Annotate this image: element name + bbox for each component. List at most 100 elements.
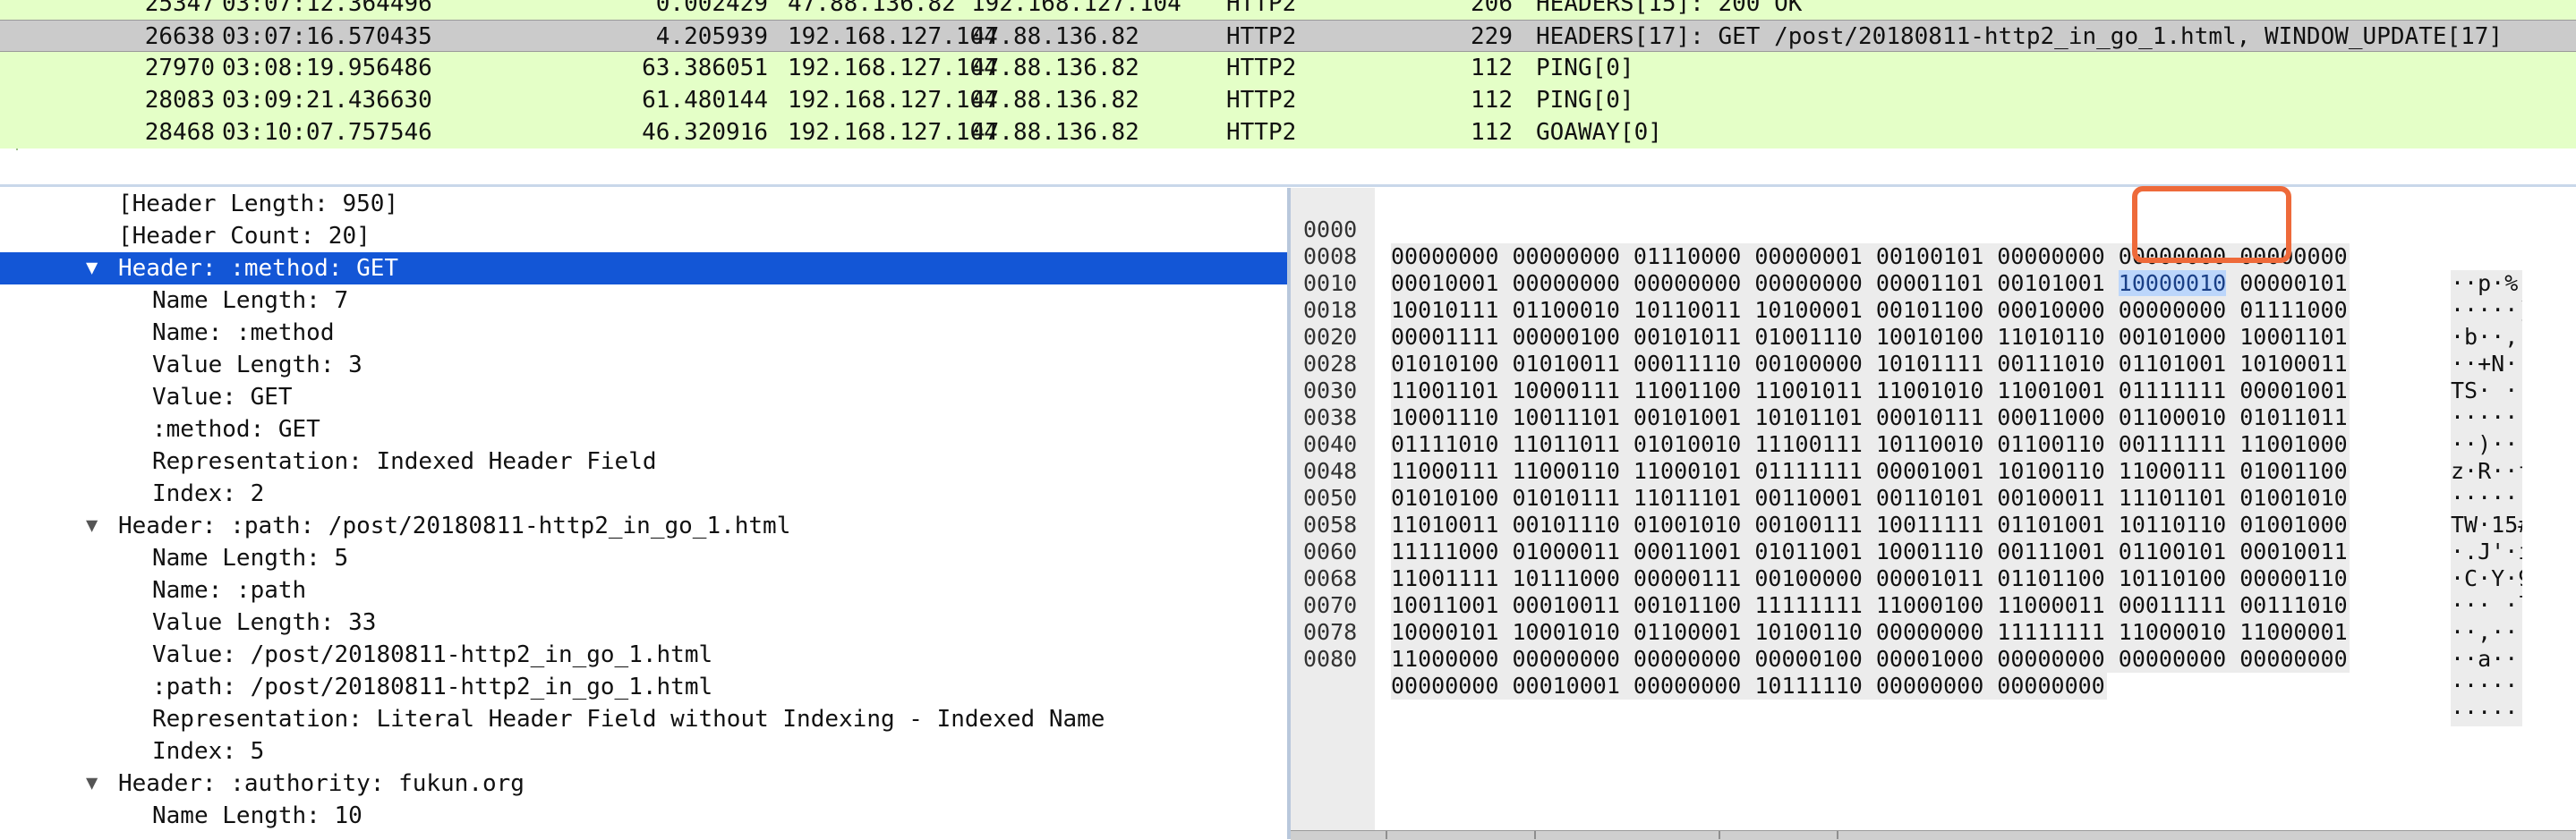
packet-time: 03:07:12.364496 — [222, 0, 432, 17]
packet-destination: 47.88.136.82 — [971, 119, 1139, 146]
tree-item-label: Header: :method: GET — [118, 255, 399, 282]
tree-item[interactable]: Name: :path — [0, 574, 1287, 607]
tree-item-label: Value Length: 33 — [152, 609, 377, 636]
tree-item-label: Value: GET — [152, 384, 293, 411]
packet-info: HEADERS[15]: 200 OK — [1536, 0, 1803, 17]
tab-separator — [1837, 831, 1838, 839]
packet-source: 47.88.136.82 — [788, 0, 956, 17]
packet-info: GOAWAY[0] — [1536, 119, 1662, 146]
tree-item-label: Name: :path — [152, 577, 307, 604]
bytes-row[interactable]: 0058 11111000 01000011 00011001 01011001… — [1291, 485, 2576, 592]
packet-info: PING[0] — [1536, 87, 1634, 114]
bytes-row[interactable]: 0070 10000101 10001010 01100001 10100110… — [1291, 565, 2576, 673]
bytes-row[interactable]: 0040 11000111 11000110 11000101 01111111… — [1291, 404, 2576, 512]
bytes-row[interactable]: 0030 10001110 10011101 00101001 10101101… — [1291, 351, 2576, 458]
bytes-tab-strip[interactable] — [1291, 830, 2576, 840]
bytes-row[interactable]: 0000 00000000 00000000 01110000 00000001… — [1291, 190, 2576, 297]
packet-delta: 0.002429 — [655, 0, 768, 17]
byte-ascii[interactable]: ··a····· — [2451, 646, 2522, 673]
expand-arrow-icon[interactable]: ▼ — [86, 768, 98, 800]
packet-source: 192.168.127.104 — [788, 23, 998, 50]
packet-row-selected[interactable]: 26638 03:07:16.570435 4.205939 192.168.1… — [0, 20, 2576, 52]
packet-info: PING[0] — [1536, 55, 1634, 81]
tree-item[interactable]: Value Length: 33 — [0, 607, 1287, 639]
packet-delta: 63.386051 — [642, 55, 768, 81]
byte-ascii[interactable]: ······ — [2451, 700, 2522, 726]
packet-no: 26638 — [144, 23, 215, 50]
bytes-row[interactable]: 0050 11010011 00101110 01001010 00100111… — [1291, 458, 2576, 565]
tree-item-label: Index: 5 — [152, 738, 265, 765]
bytes-row[interactable]: 0060 11001111 10111000 00000111 00100000… — [1291, 512, 2576, 619]
tree-item-label: Name Length: 7 — [152, 287, 349, 314]
packet-source: 192.168.127.104 — [788, 87, 998, 114]
tree-item[interactable]: Representation: Indexed Header Field — [0, 445, 1287, 478]
bytes-row[interactable]: 0028 11001101 10000111 11001100 11001011… — [1291, 324, 2576, 431]
packet-no: 28468 — [144, 119, 215, 146]
bytes-row[interactable]: 0010 10010111 01100010 10110011 10100001… — [1291, 243, 2576, 351]
tree-item-label: Representation: Literal Header Field wit… — [152, 706, 1105, 733]
tree-item[interactable]: :method: GET — [0, 413, 1287, 445]
packet-row[interactable]: 25347 03:07:12.364496 0.002429 47.88.136… — [0, 0, 2576, 20]
byte-bits[interactable]: 11000000 00000000 00000000 00000100 0000… — [1391, 646, 2350, 673]
packet-row[interactable]: 27970 03:08:19.956486 63.386051 192.168.… — [0, 52, 2576, 84]
tree-item[interactable]: Index: 2 — [0, 478, 1287, 510]
packet-source: 192.168.127.104 — [788, 119, 998, 146]
tree-item[interactable]: Value: GET — [0, 381, 1287, 413]
bytes-row[interactable]: 0008 00010001 00000000 00000000 00000000… — [1291, 216, 2576, 324]
pane-divider-horizontal[interactable] — [0, 184, 2576, 187]
packet-list: 25347 03:07:12.364496 0.002429 47.88.136… — [0, 0, 2576, 150]
tree-item[interactable]: Representation: Literal Header Field wit… — [0, 703, 1287, 735]
tree-item[interactable]: [Header Count: 20] — [0, 220, 1287, 252]
packet-time: 03:07:16.570435 — [222, 23, 432, 50]
tree-item[interactable]: Value Length: 3 — [0, 349, 1287, 381]
packet-source: 192.168.127.104 — [788, 55, 998, 81]
bytes-row[interactable]: 0068 10011001 00010011 00101100 11111111… — [1291, 539, 2576, 646]
packet-destination: 47.88.136.82 — [971, 23, 1139, 50]
tree-item[interactable]: :path: /post/20180811-http2_in_go_1.html — [0, 671, 1287, 703]
bytes-row[interactable]: 0038 01111010 11011011 01010010 11100111… — [1291, 378, 2576, 485]
bytes-row[interactable]: 0048 01010100 01010111 11011101 00110001… — [1291, 431, 2576, 539]
byte-ascii[interactable]: ········ — [2451, 673, 2522, 700]
bytes-row[interactable]: 0078 11000000 00000000 00000000 00000100… — [1291, 592, 2576, 700]
bytes-row[interactable]: 0020 01010100 01010011 00011110 00100000… — [1291, 297, 2576, 404]
bytes-row[interactable]: 0080 00000000 00010001 00000000 10111110… — [1291, 619, 2576, 726]
tree-item[interactable]: Name: :method — [0, 317, 1287, 349]
tree-item[interactable]: Value: /post/20180811-http2_in_go_1.html — [0, 639, 1287, 671]
packet-protocol: HTTP2 — [1226, 119, 1297, 146]
packet-length: 112 — [1471, 87, 1513, 114]
tree-item[interactable]: Name Length: 5 — [0, 542, 1287, 574]
bytes-row[interactable]: 0018 00001111 00000100 00101011 01001110… — [1291, 270, 2576, 378]
tree-item[interactable]: Index: 5 — [0, 735, 1287, 768]
packet-length: 206 — [1471, 0, 1513, 17]
tree-item-label: Value: /post/20180811-http2_in_go_1.html — [152, 641, 713, 668]
tree-item[interactable]: ▼ Header: :authority: fukun.org — [0, 768, 1287, 800]
packet-row[interactable]: 28468 03:10:07.757546 46.320916 192.168.… — [0, 116, 2576, 148]
tab-separator — [1719, 831, 1720, 839]
packet-time: 03:09:21.436630 — [222, 87, 432, 114]
tree-item[interactable]: [Header Length: 950] — [0, 188, 1287, 220]
packet-protocol: HTTP2 — [1226, 55, 1297, 81]
tree-item-label: Representation: Indexed Header Field — [152, 448, 657, 475]
expand-arrow-icon[interactable]: ▼ — [86, 510, 98, 542]
tab-separator — [1534, 831, 1536, 839]
expand-arrow-icon[interactable]: ▼ — [86, 252, 98, 284]
packet-length: 112 — [1471, 119, 1513, 146]
byte-bits[interactable]: 00000000 00010001 00000000 10111110 0000… — [1391, 673, 2107, 700]
packet-protocol: HTTP2 — [1226, 23, 1297, 50]
tree-item-selected[interactable]: ▼ Header: :method: GET — [0, 252, 1287, 284]
packet-destination: 47.88.136.82 — [971, 55, 1139, 81]
tree-item-label: Name: :method — [152, 319, 335, 346]
tab-separator — [1386, 831, 1387, 839]
tree-item[interactable]: Name Length: 7 — [0, 284, 1287, 317]
tree-item-label: Header: :authority: fukun.org — [118, 770, 525, 797]
tree-item-label: Name Length: 5 — [152, 545, 349, 572]
packet-no: 28083 — [144, 87, 215, 114]
packet-row[interactable]: 28083 03:09:21.436630 61.480144 192.168.… — [0, 84, 2576, 116]
tree-item-label: [Header Count: 20] — [118, 223, 371, 250]
tree-item[interactable]: Name Length: 10 — [0, 800, 1287, 832]
tree-item-label: :method: GET — [152, 416, 320, 443]
packet-destination: 47.88.136.82 — [971, 87, 1139, 114]
packet-details-pane: [Header Length: 950] [Header Count: 20] … — [0, 188, 1287, 839]
tree-item-label: Name Length: 10 — [152, 802, 363, 829]
tree-item[interactable]: ▼ Header: :path: /post/20180811-http2_in… — [0, 510, 1287, 542]
